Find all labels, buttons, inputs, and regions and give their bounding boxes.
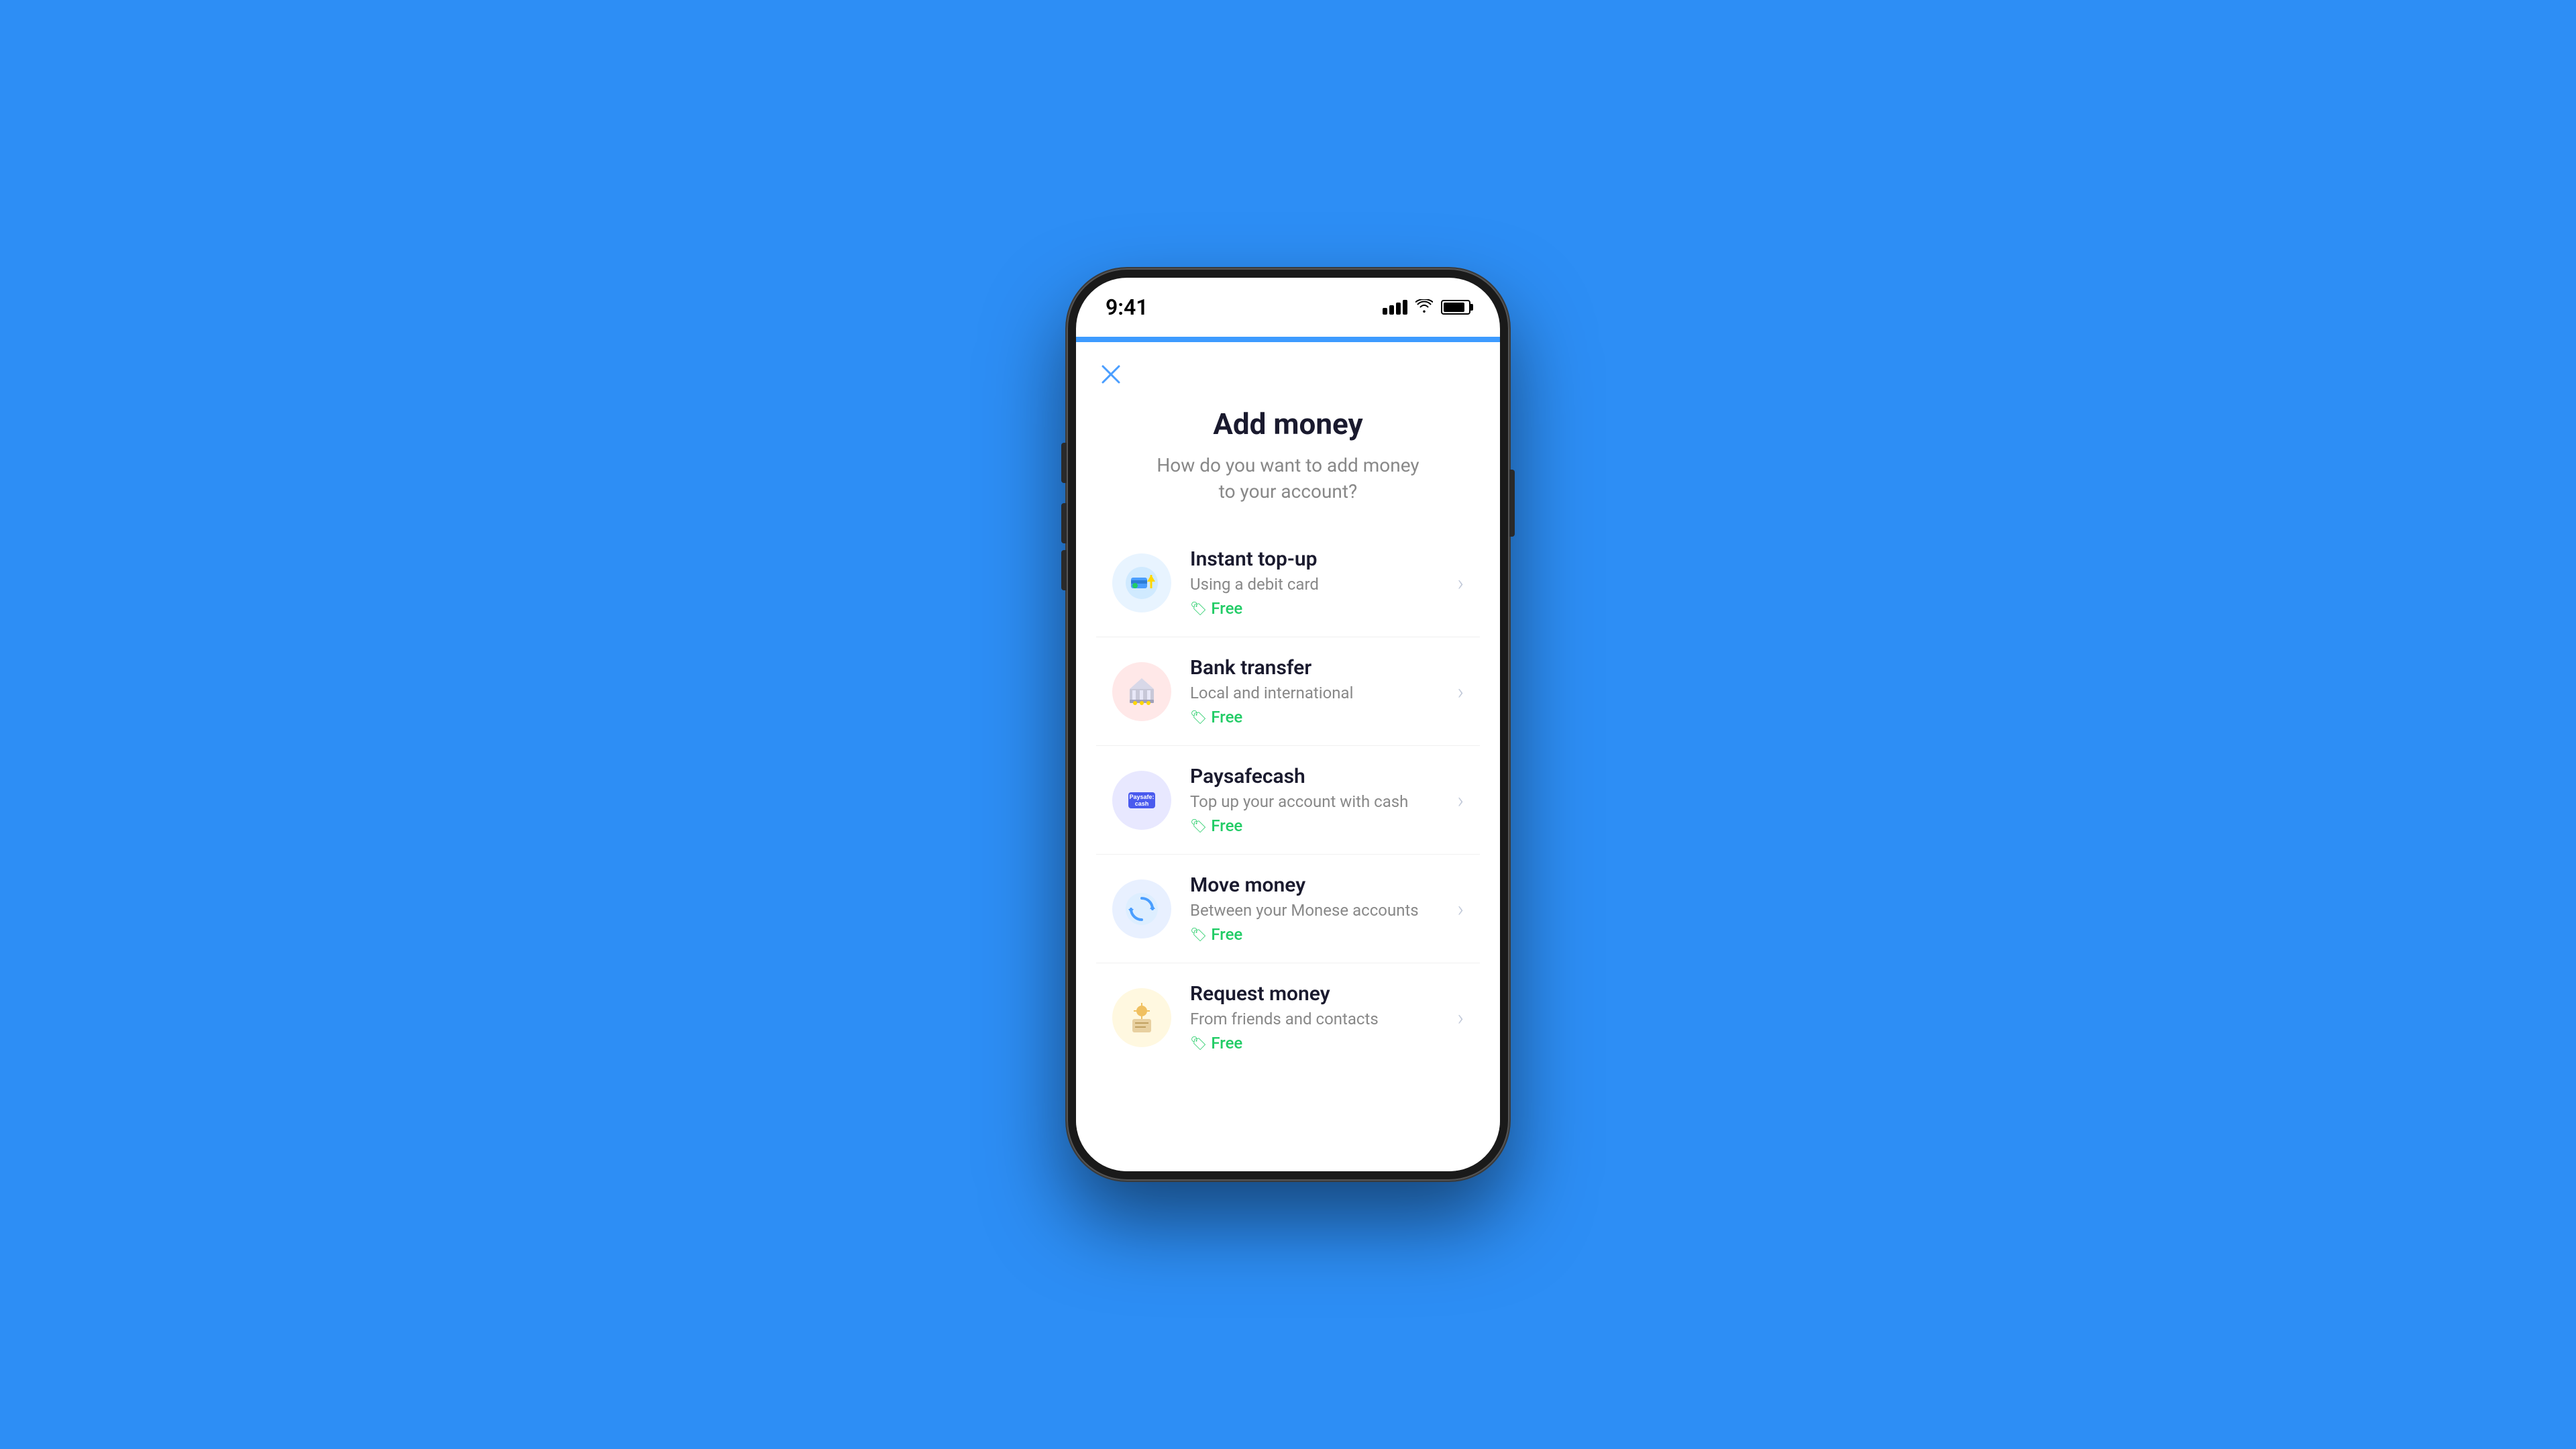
instant-topup-icon bbox=[1112, 553, 1171, 612]
page-title: Add money bbox=[1116, 407, 1460, 441]
paysafecash-badge: Free bbox=[1190, 816, 1242, 835]
phone-screen: 9:41 bbox=[1076, 278, 1500, 1171]
svg-text:Paysafe:: Paysafe: bbox=[1129, 794, 1154, 800]
status-icons bbox=[1383, 297, 1470, 317]
battery-icon bbox=[1441, 300, 1470, 315]
request-money-chevron: › bbox=[1457, 1005, 1464, 1030]
phone-device: 9:41 bbox=[1067, 268, 1509, 1181]
paysafecash-icon: Paysafe: cash bbox=[1112, 771, 1171, 830]
request-money-text: Request money From friends and contacts … bbox=[1190, 982, 1457, 1053]
signal-icon bbox=[1383, 300, 1407, 315]
request-money-badge: Free bbox=[1190, 1034, 1242, 1053]
menu-item-request-money[interactable]: Request money From friends and contacts … bbox=[1096, 963, 1480, 1071]
bank-transfer-text: Bank transfer Local and international Fr… bbox=[1190, 656, 1457, 727]
accent-bar bbox=[1076, 337, 1500, 342]
move-money-text: Move money Between your Monese accounts … bbox=[1190, 873, 1457, 944]
menu-item-move-money[interactable]: Move money Between your Monese accounts … bbox=[1096, 855, 1480, 963]
page-subtitle: How do you want to add moneyto your acco… bbox=[1116, 452, 1460, 504]
bank-transfer-title: Bank transfer bbox=[1190, 656, 1457, 680]
request-money-subtitle: From friends and contacts bbox=[1190, 1010, 1457, 1028]
bank-transfer-subtitle: Local and international bbox=[1190, 684, 1457, 702]
instant-topup-badge: Free bbox=[1190, 599, 1242, 618]
paysafecash-subtitle: Top up your account with cash bbox=[1190, 792, 1457, 811]
move-money-chevron: › bbox=[1457, 896, 1464, 922]
menu-item-paysafecash[interactable]: Paysafe: cash Paysafecash Top up your ac… bbox=[1096, 746, 1480, 855]
svg-text:cash: cash bbox=[1135, 800, 1149, 807]
bank-transfer-badge: Free bbox=[1190, 708, 1242, 727]
paysafecash-title: Paysafecash bbox=[1190, 765, 1457, 788]
bank-transfer-chevron: › bbox=[1457, 679, 1464, 704]
instant-topup-subtitle: Using a debit card bbox=[1190, 575, 1457, 594]
status-time: 9:41 bbox=[1106, 294, 1148, 320]
request-money-title: Request money bbox=[1190, 982, 1457, 1006]
move-money-badge: Free bbox=[1190, 925, 1242, 944]
instant-topup-title: Instant top-up bbox=[1190, 547, 1457, 571]
page-header: Add money How do you want to add moneyto… bbox=[1076, 396, 1500, 529]
menu-item-instant-topup[interactable]: Instant top-up Using a debit card Free › bbox=[1096, 529, 1480, 637]
move-money-title: Move money bbox=[1190, 873, 1457, 897]
status-bar: 9:41 bbox=[1076, 278, 1500, 337]
instant-topup-chevron: › bbox=[1457, 570, 1464, 596]
bank-transfer-icon bbox=[1112, 662, 1171, 721]
move-money-subtitle: Between your Monese accounts bbox=[1190, 901, 1457, 920]
close-button[interactable] bbox=[1076, 342, 1146, 396]
menu-item-bank-transfer[interactable]: Bank transfer Local and international Fr… bbox=[1096, 637, 1480, 746]
paysafecash-chevron: › bbox=[1457, 788, 1464, 813]
wifi-icon bbox=[1415, 297, 1433, 317]
request-money-icon bbox=[1112, 988, 1171, 1047]
app-content: Add money How do you want to add moneyto… bbox=[1076, 342, 1500, 1171]
move-money-icon bbox=[1112, 879, 1171, 938]
menu-list: Instant top-up Using a debit card Free › bbox=[1076, 529, 1500, 1071]
paysafecash-text: Paysafecash Top up your account with cas… bbox=[1190, 765, 1457, 835]
screen-wrapper: Add money How do you want to add moneyto… bbox=[1076, 337, 1500, 1171]
instant-topup-text: Instant top-up Using a debit card Free bbox=[1190, 547, 1457, 618]
